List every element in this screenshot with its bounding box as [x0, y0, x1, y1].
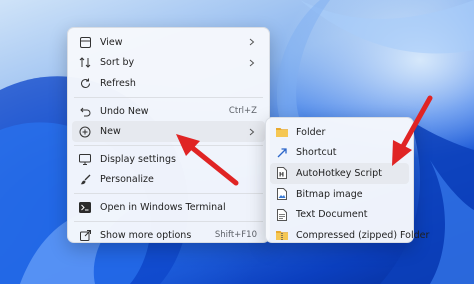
- menu-item-label: New: [100, 126, 121, 138]
- terminal-icon: [79, 201, 91, 213]
- submenu-item-label: AutoHotkey Script: [296, 167, 382, 179]
- menu-item-label: Sort by: [100, 57, 135, 69]
- submenu-item-label: Text Document: [296, 209, 368, 221]
- menu-item-open-terminal[interactable]: Open in Windows Terminal: [72, 197, 265, 218]
- shortcut-text: Ctrl+Z: [228, 106, 257, 117]
- submenu-item-text-document[interactable]: Text Document: [270, 204, 409, 225]
- display-icon: [79, 153, 91, 165]
- zip-folder-icon: [276, 229, 288, 241]
- new-submenu: Folder Shortcut H AutoHotkey Script Bitm…: [265, 117, 429, 246]
- svg-text:H: H: [279, 172, 284, 179]
- menu-item-label: Open in Windows Terminal: [100, 201, 226, 213]
- submenu-item-label: Shortcut: [296, 147, 337, 159]
- shortcut-text: Shift+F10: [214, 230, 257, 241]
- submenu-item-autohotkey-script[interactable]: H AutoHotkey Script: [270, 163, 409, 184]
- submenu-item-folder[interactable]: Folder: [270, 122, 409, 143]
- menu-item-label: Refresh: [100, 77, 136, 89]
- menu-item-label: View: [100, 36, 123, 48]
- menu-separator: [74, 220, 263, 222]
- image-file-icon: [276, 188, 288, 201]
- menu-item-view[interactable]: View: [72, 32, 265, 53]
- chevron-right-icon: [247, 37, 257, 47]
- menu-item-label: Display settings: [100, 153, 176, 165]
- menu-item-label: Undo New: [100, 105, 149, 117]
- menu-separator: [74, 193, 263, 195]
- menu-separator: [74, 144, 263, 146]
- menu-item-new[interactable]: New: [72, 121, 265, 142]
- submenu-item-shortcut[interactable]: Shortcut: [270, 143, 409, 164]
- plus-circle-icon: [79, 126, 91, 138]
- brush-icon: [79, 174, 91, 186]
- submenu-item-label: Bitmap image: [296, 188, 363, 200]
- folder-icon: [276, 126, 288, 138]
- desktop-context-menu: View Sort by Refresh Undo New Ctrl+Z New: [67, 27, 270, 243]
- menu-item-undo-new[interactable]: Undo New Ctrl+Z: [72, 101, 265, 122]
- undo-icon: [79, 105, 91, 117]
- submenu-item-label: Compressed (zipped) Folder: [296, 229, 430, 241]
- submenu-item-compressed-folder[interactable]: Compressed (zipped) Folder: [270, 225, 429, 246]
- shortcut-icon: [276, 147, 288, 159]
- menu-item-show-more-options[interactable]: Show more options Shift+F10: [72, 225, 265, 246]
- sort-icon: [79, 57, 91, 69]
- menu-item-sort-by[interactable]: Sort by: [72, 53, 265, 74]
- menu-item-refresh[interactable]: Refresh: [72, 73, 265, 94]
- menu-item-personalize[interactable]: Personalize: [72, 170, 265, 191]
- script-file-icon: H: [276, 167, 288, 180]
- submenu-item-label: Folder: [296, 126, 326, 138]
- refresh-icon: [79, 77, 91, 89]
- menu-item-display-settings[interactable]: Display settings: [72, 149, 265, 170]
- chevron-right-icon: [247, 127, 257, 137]
- menu-item-label: Personalize: [100, 174, 154, 186]
- submenu-item-bitmap-image[interactable]: Bitmap image: [270, 184, 409, 205]
- menu-separator: [74, 96, 263, 98]
- chevron-right-icon: [247, 58, 257, 68]
- menu-item-label: Show more options: [100, 229, 192, 241]
- share-box-icon: [79, 229, 91, 241]
- text-file-icon: [276, 208, 288, 221]
- view-grid-icon: [79, 36, 91, 48]
